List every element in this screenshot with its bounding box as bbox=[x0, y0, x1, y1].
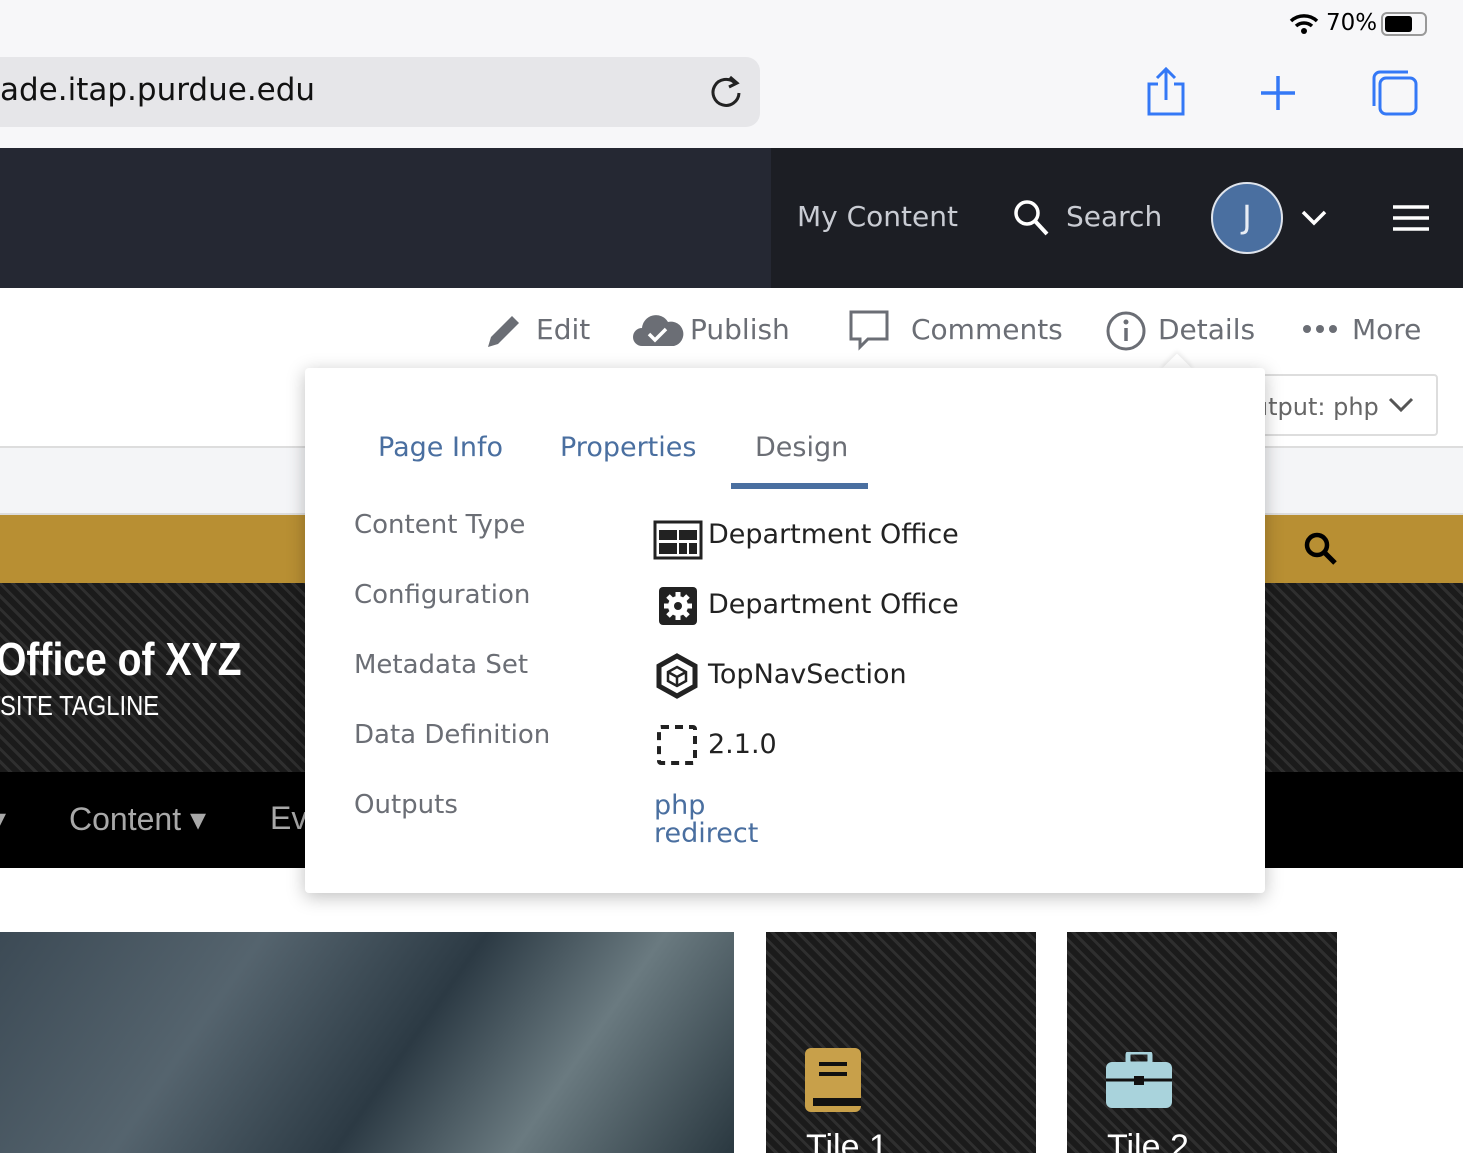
tile-1-title: Tile 1 bbox=[806, 1128, 888, 1166]
cube-icon bbox=[656, 653, 698, 699]
chevron-down-icon[interactable] bbox=[1300, 208, 1328, 228]
app-header bbox=[0, 148, 771, 288]
tile-2-title: Tile 2 bbox=[1107, 1128, 1189, 1166]
wifi-icon bbox=[1289, 14, 1319, 34]
cloud-check-icon[interactable] bbox=[632, 312, 684, 348]
my-content-link[interactable]: My Content bbox=[797, 200, 958, 233]
comments-button[interactable]: Comments bbox=[911, 313, 1063, 346]
nav-content[interactable]: Content ▾ bbox=[69, 800, 206, 838]
details-button[interactable]: Details bbox=[1158, 313, 1255, 346]
tile-2[interactable] bbox=[1067, 932, 1337, 1153]
dashed-square-icon bbox=[657, 725, 697, 765]
url-text[interactable]: ade.itap.purdue.edu bbox=[0, 72, 315, 108]
output-link-redirect[interactable]: redirect bbox=[654, 820, 758, 848]
comment-icon[interactable] bbox=[848, 309, 890, 351]
hamburger-menu-icon[interactable] bbox=[1393, 204, 1429, 232]
hero-image bbox=[0, 932, 734, 1153]
data-definition-value[interactable]: 2.1.0 bbox=[708, 729, 777, 760]
configuration-label: Configuration bbox=[354, 580, 531, 610]
more-button[interactable]: More bbox=[1352, 313, 1421, 346]
battery-percent: 70% bbox=[1326, 10, 1378, 36]
battery-icon bbox=[1381, 12, 1427, 36]
outputs-label: Outputs bbox=[354, 790, 458, 820]
metadata-set-label: Metadata Set bbox=[354, 650, 529, 680]
book-icon bbox=[805, 1048, 861, 1112]
edit-button[interactable]: Edit bbox=[536, 313, 590, 346]
tab-properties[interactable]: Properties bbox=[560, 432, 696, 463]
site-search-icon[interactable] bbox=[1303, 531, 1339, 567]
output-link-php[interactable]: php bbox=[654, 792, 705, 820]
search-link[interactable]: Search bbox=[1066, 200, 1162, 233]
site-tagline: SITE TAGLINE bbox=[0, 690, 160, 721]
share-icon[interactable] bbox=[1145, 66, 1187, 118]
content-type-icon bbox=[653, 520, 703, 560]
tab-page-info[interactable]: Page Info bbox=[378, 432, 503, 463]
active-tab-indicator bbox=[731, 483, 868, 489]
tile-1[interactable] bbox=[766, 932, 1036, 1153]
chevron-down-icon[interactable] bbox=[1388, 396, 1414, 414]
tabs-icon[interactable] bbox=[1370, 68, 1420, 118]
site-title: Office of XYZ bbox=[0, 633, 242, 685]
info-icon[interactable] bbox=[1105, 310, 1147, 352]
nav-arrow: ▾ bbox=[0, 800, 6, 838]
briefcase-icon bbox=[1106, 1052, 1172, 1108]
configuration-value[interactable]: Department Office bbox=[708, 589, 959, 620]
search-icon[interactable] bbox=[1012, 198, 1050, 238]
metadata-set-value[interactable]: TopNavSection bbox=[708, 659, 907, 690]
new-tab-icon[interactable] bbox=[1259, 74, 1297, 112]
publish-button[interactable]: Publish bbox=[690, 313, 790, 346]
data-definition-label: Data Definition bbox=[354, 720, 551, 750]
tab-design[interactable]: Design bbox=[755, 432, 848, 463]
content-type-label: Content Type bbox=[354, 510, 526, 540]
more-dots-icon[interactable] bbox=[1302, 323, 1338, 335]
reload-icon[interactable] bbox=[710, 74, 744, 110]
content-type-value[interactable]: Department Office bbox=[708, 519, 959, 550]
pencil-icon[interactable] bbox=[484, 311, 524, 351]
avatar[interactable]: J bbox=[1211, 182, 1283, 254]
gear-icon bbox=[659, 587, 697, 625]
